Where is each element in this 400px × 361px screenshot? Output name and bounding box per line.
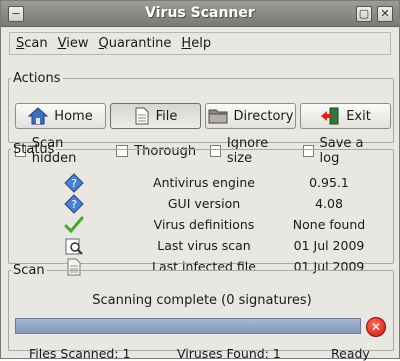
scan-group: Scan Scanning complete (0 signatures) ✕ … [8, 263, 394, 361]
home-button[interactable]: Home [15, 103, 106, 129]
file-button[interactable]: File [110, 103, 201, 129]
menu-view[interactable]: View [58, 36, 89, 51]
menu-quarantine[interactable]: Quarantine [98, 36, 171, 51]
scan-progress-fill [16, 319, 360, 333]
status-row: Virus definitions None found [9, 215, 395, 235]
menu-scan[interactable]: Scan [16, 36, 48, 51]
directory-button[interactable]: Directory [205, 103, 296, 129]
stop-icon: ✕ [370, 320, 382, 334]
menu-scan-rest: can [24, 36, 48, 51]
actions-legend: Actions [13, 71, 61, 86]
main-window: − Virus Scanner ▢ ✕ Scan View Quarantine… [0, 0, 400, 361]
status-row: ? Antivirus engine 0.95.1 [9, 173, 395, 193]
svg-text:?: ? [71, 177, 77, 190]
window-title: Virus Scanner [145, 5, 255, 21]
close-button[interactable]: ✕ [377, 6, 393, 22]
scan-progress-bar [15, 318, 361, 334]
actions-group: Actions Home File Directory Exit Scan hi… [8, 71, 394, 166]
info-icon: ? [64, 173, 84, 193]
status-row: ? GUI version 4.08 [9, 194, 395, 214]
status-legend: Status [13, 142, 55, 157]
menu-help[interactable]: Help [181, 36, 211, 51]
scan-legend: Scan [13, 263, 45, 278]
status-group: Status ? Antivirus engine 0.95.1 ? GUI v… [8, 142, 395, 276]
scan-icon [65, 238, 83, 255]
maximize-button[interactable]: ▢ [356, 6, 372, 22]
checkmark-icon [64, 216, 84, 234]
exit-button[interactable]: Exit [300, 103, 391, 129]
info-icon: ? [64, 194, 84, 214]
home-icon [28, 107, 49, 125]
folder-icon [208, 109, 228, 124]
stop-scan-button[interactable]: ✕ [366, 317, 386, 337]
menu-bar: Scan View Quarantine Help [9, 32, 391, 55]
file-icon [135, 107, 149, 125]
scan-message: Scanning complete (0 signatures) [92, 293, 312, 308]
exit-icon [321, 107, 339, 125]
title-bar[interactable]: − Virus Scanner ▢ ✕ [1, 1, 399, 27]
svg-text:?: ? [71, 198, 77, 211]
status-row: Last virus scan 01 Jul 2009 [9, 236, 395, 256]
